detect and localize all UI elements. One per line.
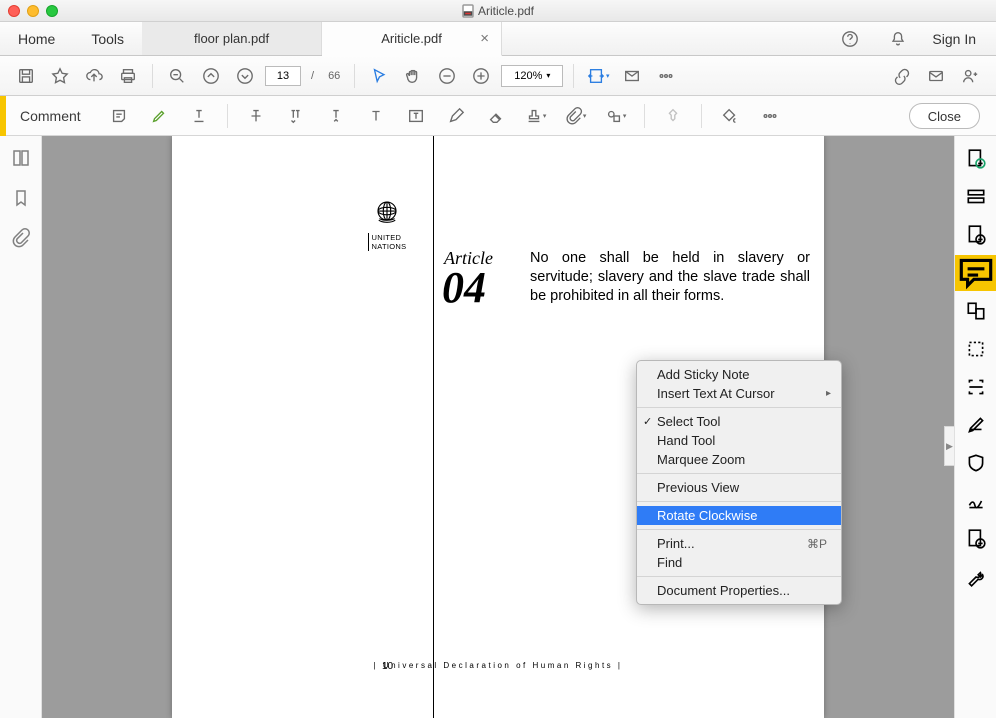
text-box-icon[interactable] bbox=[398, 102, 434, 130]
menu-separator bbox=[637, 407, 841, 408]
help-icon[interactable] bbox=[836, 25, 864, 53]
add-text-icon[interactable] bbox=[358, 102, 394, 130]
right-tools-pane bbox=[954, 136, 996, 718]
comment-toolbar: Comment ▾ ▾ ▾ Close bbox=[0, 96, 996, 136]
page-number-input[interactable] bbox=[265, 66, 301, 86]
page-footer: | Universal Declaration of Human Rights … bbox=[172, 661, 824, 670]
print-icon[interactable] bbox=[114, 62, 142, 90]
wrench-icon[interactable] bbox=[965, 566, 987, 588]
comment-label: Comment bbox=[10, 108, 97, 124]
menu-item[interactable]: Rotate Clockwise bbox=[637, 506, 841, 525]
signin-button[interactable]: Sign In bbox=[932, 31, 976, 47]
file-tab-floorplan[interactable]: floor plan.pdf bbox=[142, 22, 322, 55]
organize-pages-icon[interactable] bbox=[965, 300, 987, 322]
cursor-select-icon[interactable] bbox=[365, 62, 393, 90]
home-button[interactable]: Home bbox=[0, 22, 73, 55]
file-tab-article[interactable]: Ariticle.pdf× bbox=[322, 22, 502, 56]
menu-item[interactable]: Document Properties... bbox=[637, 581, 841, 600]
more-tools-icon[interactable] bbox=[652, 62, 680, 90]
page-total: 66 bbox=[328, 70, 340, 82]
main-toolbar: / 66 120%▾ ▾ bbox=[0, 56, 996, 96]
context-menu: Add Sticky NoteInsert Text At Cursor▸ ✓Se… bbox=[636, 360, 842, 605]
edit-pdf-icon[interactable] bbox=[965, 186, 987, 208]
sticky-note-icon[interactable] bbox=[101, 102, 137, 130]
page-up-icon[interactable] bbox=[197, 62, 225, 90]
file-tabs-bar: Home Tools floor plan.pdf Ariticle.pdf× … bbox=[0, 22, 996, 56]
export-pdf-icon[interactable] bbox=[965, 224, 987, 246]
create-pdf-icon[interactable] bbox=[965, 148, 987, 170]
tools-button[interactable]: Tools bbox=[73, 22, 142, 55]
window-title: Ariticle.pdf bbox=[0, 4, 996, 18]
attach-file-icon[interactable]: ▾ bbox=[558, 102, 594, 130]
comment-tool-icon[interactable] bbox=[955, 255, 996, 291]
left-nav-pane bbox=[0, 136, 42, 718]
close-tab-icon[interactable]: × bbox=[480, 30, 489, 47]
redact-icon[interactable] bbox=[965, 414, 987, 436]
un-logo: UNITEDNATIONS bbox=[352, 196, 422, 254]
zoom-out-icon[interactable] bbox=[433, 62, 461, 90]
menu-item[interactable]: Find bbox=[637, 553, 841, 572]
compress-icon[interactable] bbox=[965, 528, 987, 550]
protect-shield-icon[interactable] bbox=[965, 452, 987, 474]
menu-separator bbox=[637, 529, 841, 530]
menu-item[interactable]: Print...⌘P bbox=[637, 534, 841, 553]
user-add-icon[interactable] bbox=[956, 62, 984, 90]
collapse-right-icon[interactable]: ▶ bbox=[944, 426, 954, 466]
star-icon[interactable] bbox=[46, 62, 74, 90]
thumbnails-icon[interactable] bbox=[11, 148, 31, 168]
link-icon[interactable] bbox=[888, 62, 916, 90]
close-comment-button[interactable]: Close bbox=[909, 103, 980, 129]
eraser-icon[interactable] bbox=[478, 102, 514, 130]
accent-bar bbox=[0, 96, 6, 136]
highlight-pen-icon[interactable] bbox=[141, 102, 177, 130]
menu-separator bbox=[637, 576, 841, 577]
save-icon[interactable] bbox=[12, 62, 40, 90]
bookmark-ribbon-icon[interactable] bbox=[11, 188, 31, 208]
titlebar: Ariticle.pdf bbox=[0, 0, 996, 22]
menu-item[interactable]: ✓Select Tool bbox=[637, 412, 841, 431]
page-separator: / bbox=[311, 70, 314, 82]
bell-icon[interactable] bbox=[884, 25, 912, 53]
email-icon[interactable] bbox=[922, 62, 950, 90]
attachments-clip-icon[interactable] bbox=[11, 228, 31, 248]
more-comment-icon[interactable] bbox=[752, 102, 788, 130]
menu-separator bbox=[637, 473, 841, 474]
pdf-file-icon bbox=[462, 4, 474, 18]
menu-item[interactable]: Previous View bbox=[637, 478, 841, 497]
page-display-icon[interactable] bbox=[618, 62, 646, 90]
fit-width-icon[interactable]: ▾ bbox=[584, 62, 612, 90]
pin-icon[interactable] bbox=[655, 102, 691, 130]
main-area: ◀ UNITEDNATIONS Article 04 No one shall … bbox=[0, 136, 996, 718]
article-text: No one shall be held in slavery or servi… bbox=[530, 249, 810, 306]
text-strikethrough-icon[interactable] bbox=[238, 102, 274, 130]
zoom-select[interactable]: 120%▾ bbox=[501, 65, 563, 87]
menu-item[interactable]: Insert Text At Cursor▸ bbox=[637, 384, 841, 403]
page-down-icon[interactable] bbox=[231, 62, 259, 90]
menu-item[interactable]: Marquee Zoom bbox=[637, 450, 841, 469]
text-insert-icon[interactable] bbox=[318, 102, 354, 130]
zoom-in-icon[interactable] bbox=[467, 62, 495, 90]
sign-icon[interactable] bbox=[965, 490, 987, 512]
shapes-icon[interactable]: ▾ bbox=[598, 102, 634, 130]
text-replace-icon[interactable] bbox=[278, 102, 314, 130]
stamp-icon[interactable]: ▾ bbox=[518, 102, 554, 130]
menu-item[interactable]: Add Sticky Note bbox=[637, 365, 841, 384]
text-underline-icon[interactable] bbox=[181, 102, 217, 130]
menu-separator bbox=[637, 501, 841, 502]
zoom-out-find-icon[interactable] bbox=[163, 62, 191, 90]
menu-item[interactable]: Hand Tool bbox=[637, 431, 841, 450]
vertical-rule bbox=[433, 136, 434, 718]
pencil-icon[interactable] bbox=[438, 102, 474, 130]
crop-icon[interactable] bbox=[965, 338, 987, 360]
scan-ocr-icon[interactable] bbox=[965, 376, 987, 398]
hand-tool-icon[interactable] bbox=[399, 62, 427, 90]
paint-bucket-icon[interactable] bbox=[712, 102, 748, 130]
upload-cloud-icon[interactable] bbox=[80, 62, 108, 90]
article-number: 04 bbox=[442, 262, 486, 313]
